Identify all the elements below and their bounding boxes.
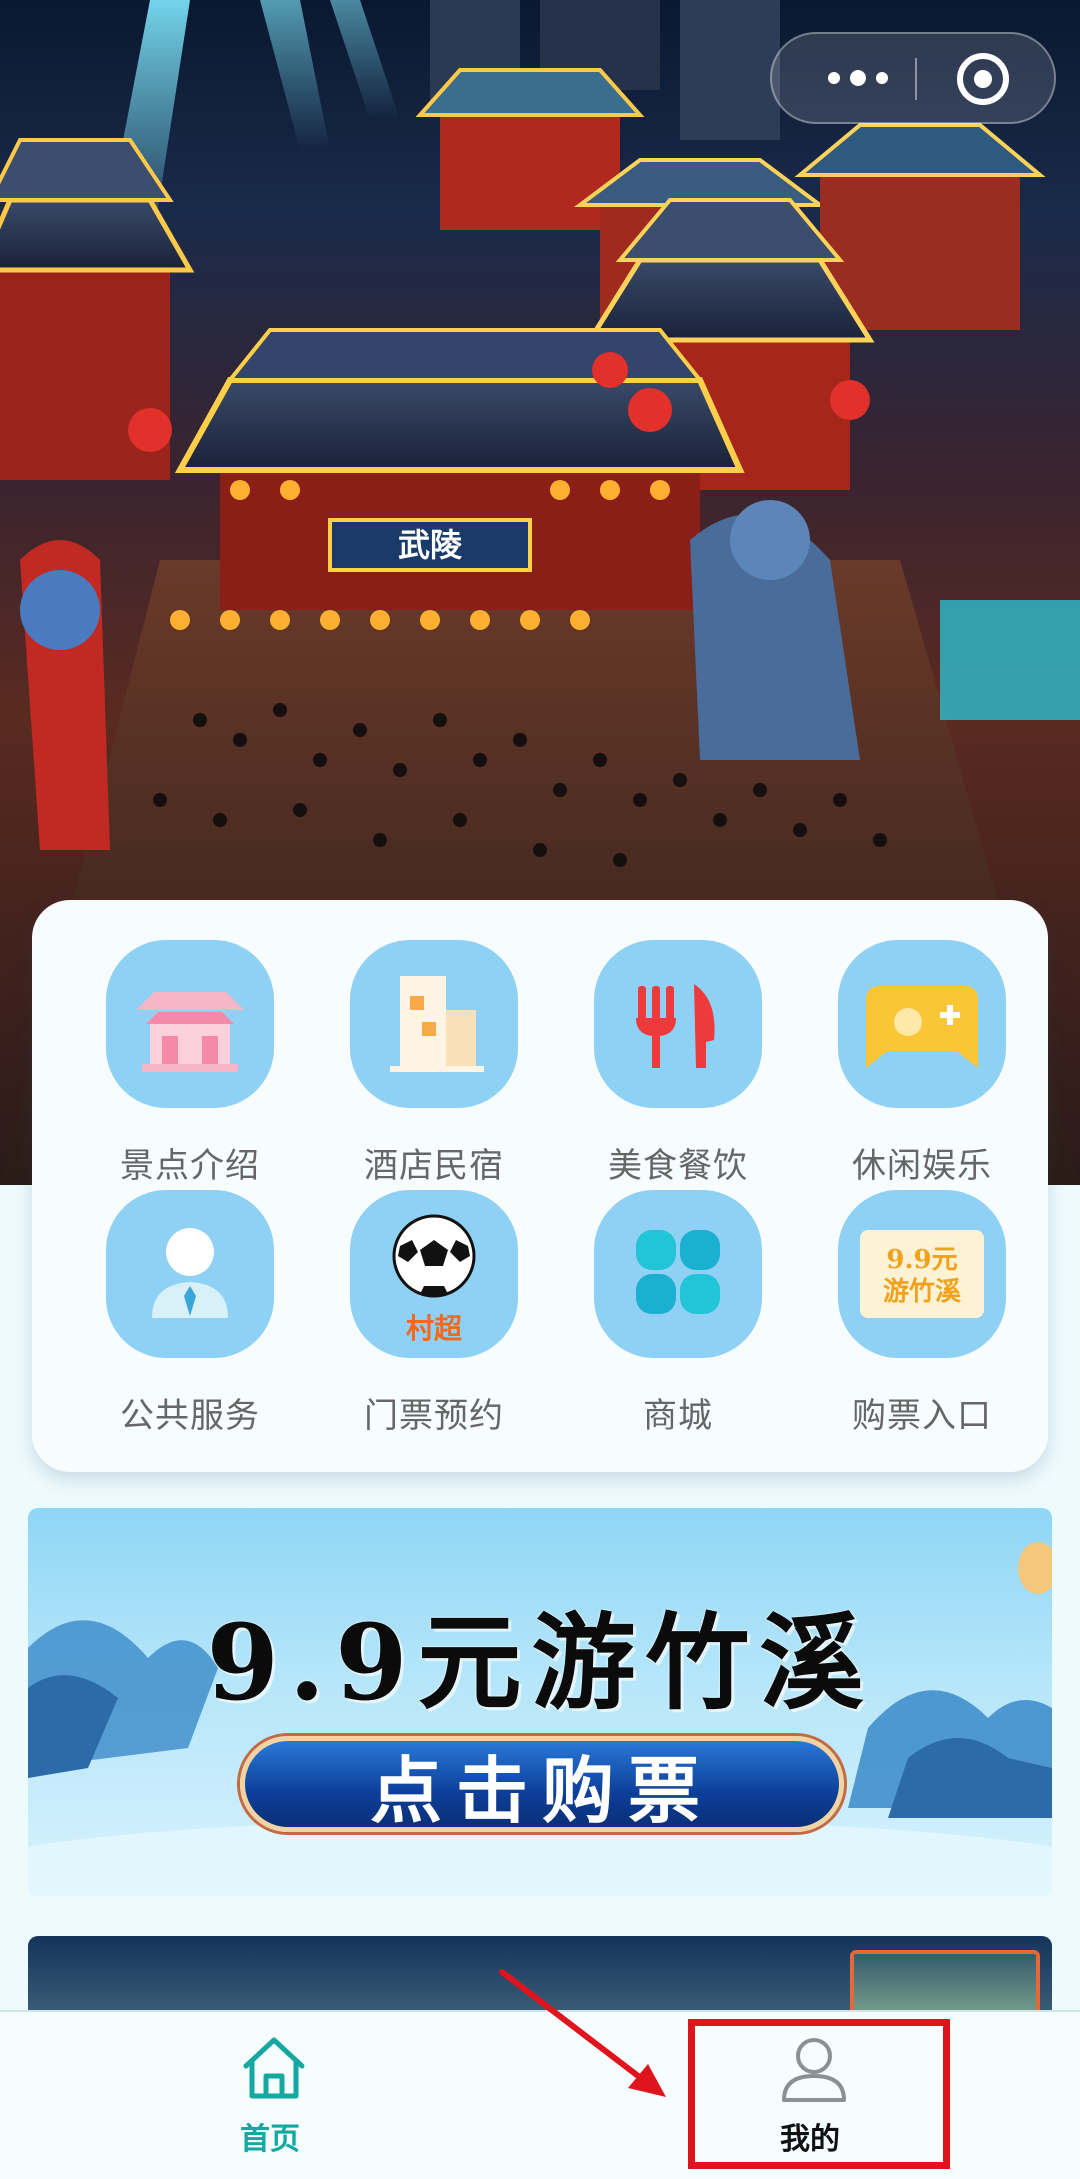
grid-item-label: 美食餐饮 xyxy=(608,1146,748,1186)
fork-knife-icon xyxy=(594,940,762,1108)
grid-item-mall[interactable]: 商城 xyxy=(578,1190,778,1436)
secondary-banner-thumbnail xyxy=(850,1950,1040,2016)
gamepad-icon xyxy=(838,940,1006,1108)
promo-banner[interactable]: 9.9元游竹溪 点击购票 xyxy=(28,1508,1052,1896)
more-dots-icon[interactable] xyxy=(802,34,914,122)
secondary-banner[interactable] xyxy=(28,1936,1052,2016)
grid-item-label: 门票预约 xyxy=(364,1396,504,1436)
grid-item-ticket-booking[interactable]: 村超 门票预约 xyxy=(334,1190,534,1436)
grid-item-buy-ticket[interactable]: 9.9元 游竹溪 购票入口 xyxy=(822,1190,1022,1436)
ticket-badge-line1: 9.9元 xyxy=(886,1245,957,1275)
person-service-icon xyxy=(106,1190,274,1358)
grid-item-label: 休闲娱乐 xyxy=(852,1146,992,1186)
target-circle-icon[interactable] xyxy=(954,50,1012,108)
capsule-divider xyxy=(915,58,917,100)
grid-item-label: 公共服务 xyxy=(120,1396,260,1436)
annotation-highlight-box xyxy=(688,2019,950,2169)
service-grid: 景点介绍 酒店民宿 美食餐饮 休闲娱乐 公共服务 村超 门票预约 商城 9.9元… xyxy=(32,900,1048,1472)
grid-item-label: 景点介绍 xyxy=(120,1146,260,1186)
home-icon xyxy=(243,2037,305,2099)
grid-item-leisure[interactable]: 休闲娱乐 xyxy=(822,940,1022,1186)
buy-ticket-button-label: 点击购票 xyxy=(369,1747,714,1833)
ticket-icon: 9.9元 游竹溪 xyxy=(838,1190,1006,1358)
tab-home[interactable]: 首页 xyxy=(120,2012,420,2179)
building-icon xyxy=(350,940,518,1108)
grid-item-label: 酒店民宿 xyxy=(364,1146,504,1186)
grid-item-hotels[interactable]: 酒店民宿 xyxy=(334,940,534,1186)
grid-item-label: 商城 xyxy=(643,1396,713,1436)
soccer-ball-icon: 村超 xyxy=(350,1190,518,1358)
ticket-badge-text: 村超 xyxy=(406,1312,463,1345)
buy-ticket-button[interactable]: 点击购票 xyxy=(240,1736,844,1833)
ticket-badge-line2: 游竹溪 xyxy=(883,1277,962,1307)
grid-item-attractions[interactable]: 景点介绍 xyxy=(90,940,290,1186)
pavilion-icon xyxy=(106,940,274,1108)
grid-item-food[interactable]: 美食餐饮 xyxy=(578,940,778,1186)
grid-item-label: 购票入口 xyxy=(852,1396,992,1436)
miniprogram-capsule xyxy=(770,32,1056,124)
gate-sign-text: 武陵 xyxy=(398,526,463,564)
clover-icon xyxy=(594,1190,762,1358)
grid-item-public-service[interactable]: 公共服务 xyxy=(90,1190,290,1436)
promo-title: 9.9元游竹溪 xyxy=(206,1601,874,1724)
tab-home-label: 首页 xyxy=(240,2122,300,2157)
